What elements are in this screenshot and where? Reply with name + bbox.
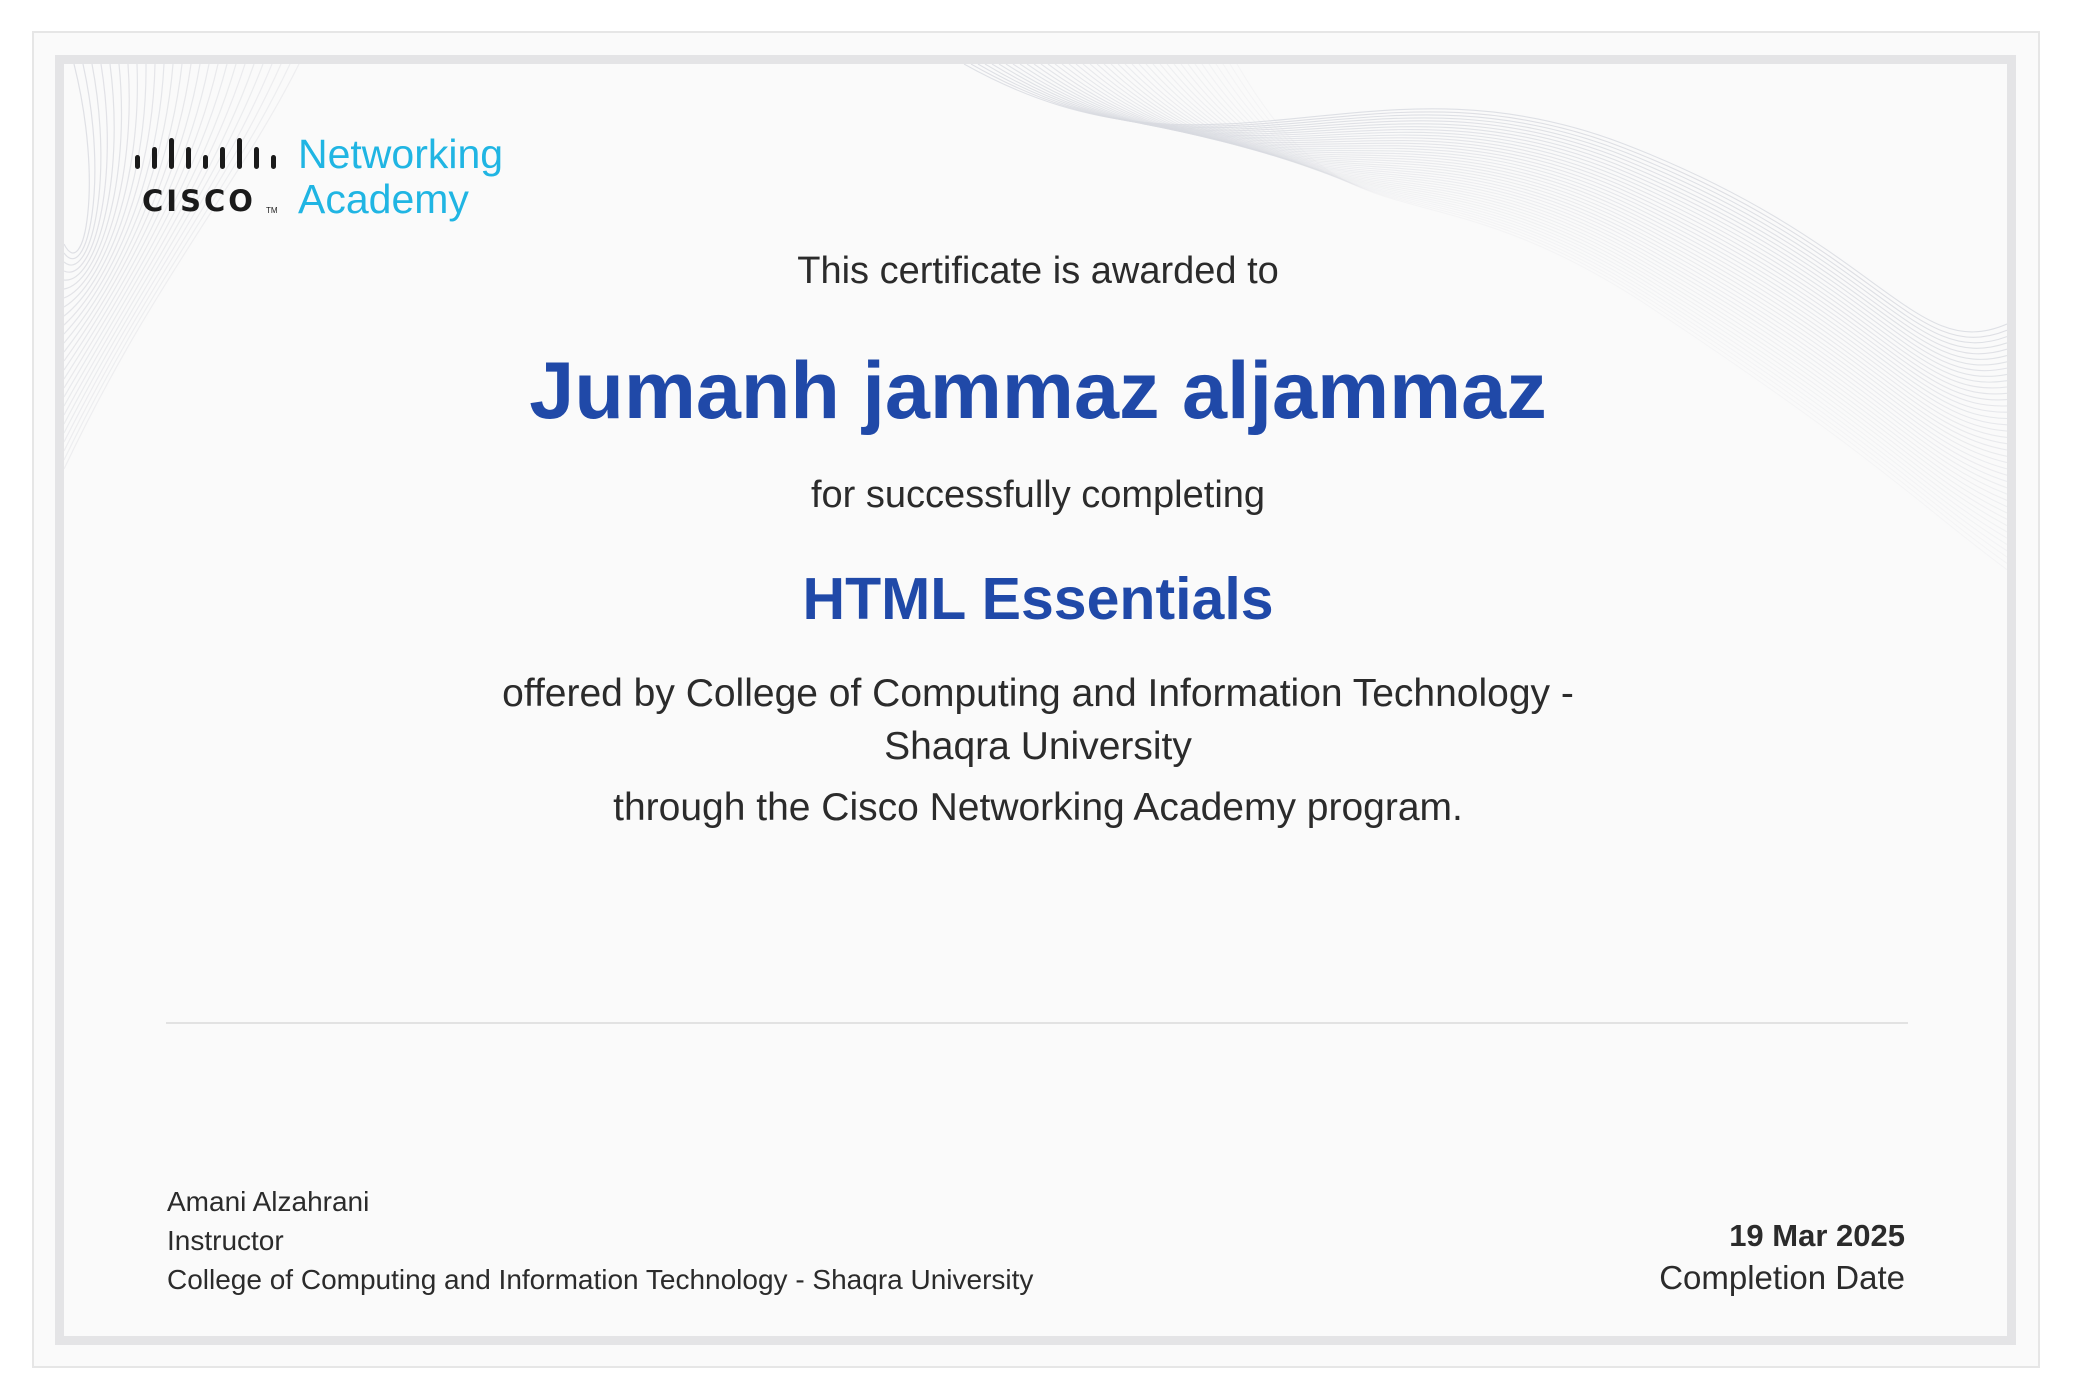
awarded-to-text: This certificate is awarded to — [797, 250, 1279, 292]
program-text: through the Cisco Networking Academy pro… — [613, 786, 1463, 829]
instructor-role: Instructor — [167, 1225, 284, 1256]
cisco-networking-academy-logo: CISCO TM Networking Academy — [130, 132, 530, 224]
networking-academy-wordmark: Networking Academy — [298, 132, 503, 222]
cisco-wordmark: CISCO — [142, 184, 256, 218]
completing-text: for successfully completing — [810, 474, 1266, 516]
logo-networking-text: Networking — [298, 131, 504, 177]
trademark-mark: TM — [266, 206, 278, 215]
recipient-name: Jumanh jammaz aljammaz — [529, 346, 1547, 436]
offered-by-line-2: Shaqra University — [884, 725, 1192, 768]
completion-date-label: Completion Date — [1659, 1259, 1905, 1296]
instructor-organization: College of Computing and Information Tec… — [167, 1264, 1034, 1295]
logo-academy-text: Academy — [298, 176, 469, 222]
cisco-bridge-icon — [135, 138, 276, 169]
course-title: HTML Essentials — [802, 566, 1274, 632]
section-divider — [166, 1022, 1908, 1024]
offered-by-line-1: offered by College of Computing and Info… — [502, 672, 1574, 715]
instructor-name: Amani Alzahrani — [167, 1186, 370, 1217]
completion-date: 19 Mar 2025 — [1729, 1218, 1905, 1253]
